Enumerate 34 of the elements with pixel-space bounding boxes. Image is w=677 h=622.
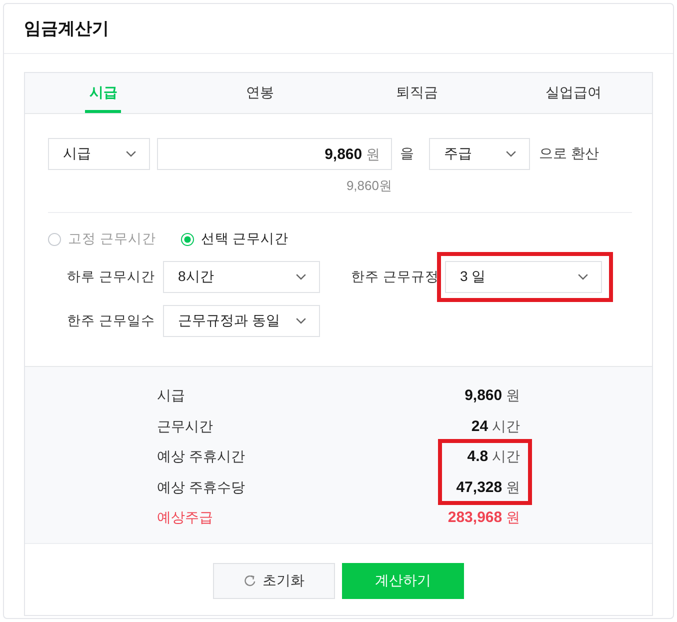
- chevron-down-icon: [296, 274, 306, 280]
- connector-text: 을: [400, 145, 414, 163]
- result-value: 24 시간: [471, 418, 520, 436]
- result-value: 283,968 원: [448, 509, 520, 528]
- result-value: 47,328 원: [456, 478, 520, 497]
- dropdown-select[interactable]: 근무규정과 동일: [163, 305, 320, 337]
- field-label: 하루 근무시간: [67, 268, 155, 286]
- dropdown-select[interactable]: 시급: [48, 138, 150, 170]
- amount-preview: 9,860원: [346, 178, 392, 194]
- tab[interactable]: 퇴직금: [392, 73, 442, 113]
- window-title: 임금계산기: [24, 18, 109, 40]
- field-label: 한주 근무규정: [351, 268, 439, 286]
- amount-input[interactable]: 9,860 원: [157, 138, 392, 170]
- result-value: 4.8 시간: [467, 448, 520, 466]
- result-label: 예상 주휴시간: [157, 448, 245, 466]
- chevron-down-icon: [126, 151, 136, 157]
- chevron-down-icon: [296, 318, 306, 324]
- result-label: 시급: [157, 387, 185, 406]
- tab[interactable]: 연봉: [242, 73, 278, 113]
- dropdown-select[interactable]: 3 일: [445, 261, 602, 293]
- field-label: 한주 근무일수: [67, 312, 155, 330]
- dropdown-select[interactable]: 8시간: [163, 261, 320, 293]
- result-value: 9,860 원: [464, 387, 520, 406]
- reset-button[interactable]: 초기화: [213, 562, 335, 598]
- result-label: 예상 주휴수당: [157, 478, 245, 497]
- chevron-down-icon: [506, 151, 516, 157]
- tab[interactable]: 실업급여: [542, 73, 606, 113]
- result-label: 근무시간: [157, 418, 213, 436]
- radio-option[interactable]: 선택 근무시간: [180, 231, 289, 247]
- result-label: 예상주급: [157, 509, 213, 528]
- chevron-down-icon: [578, 274, 588, 280]
- dropdown-select[interactable]: 주급: [429, 138, 530, 170]
- refresh-icon: [244, 574, 256, 586]
- suffix-text: 으로 환산: [539, 145, 599, 163]
